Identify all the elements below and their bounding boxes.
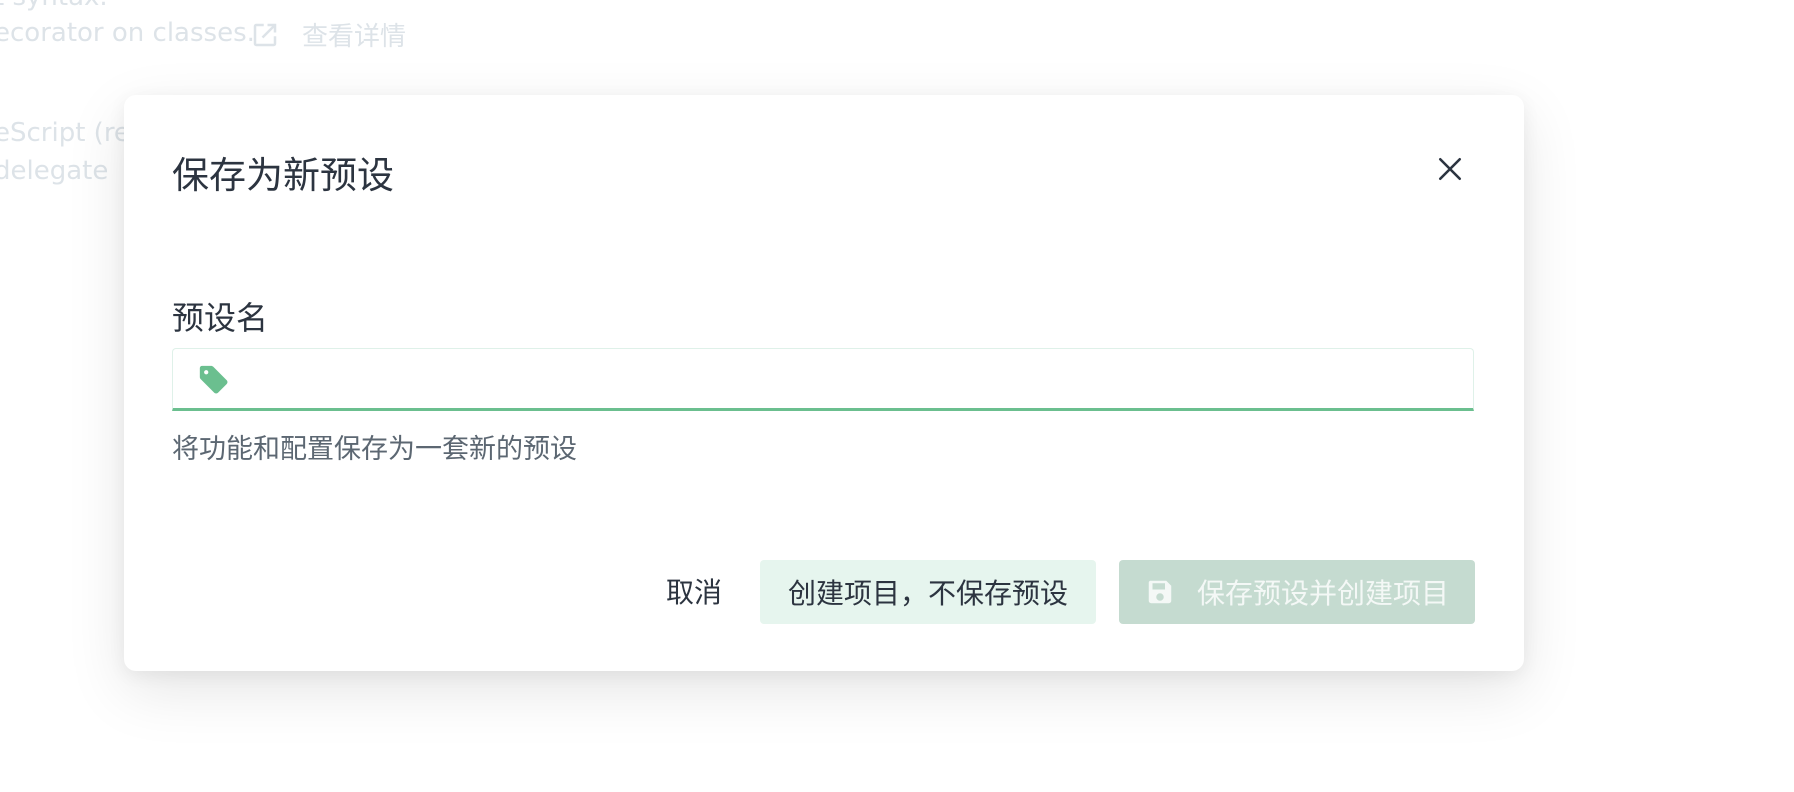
- create-without-saving-button[interactable]: 创建项目，不保存预设: [760, 560, 1096, 624]
- close-button[interactable]: [1430, 149, 1470, 189]
- preset-name-field[interactable]: [172, 348, 1474, 411]
- background-text-line: ecorator on classes.: [0, 18, 255, 48]
- cancel-button[interactable]: 取消: [634, 560, 754, 622]
- background-details-link: 查看详情: [250, 16, 406, 53]
- save-preset-dialog: 保存为新预设 预设名 将功能和配置保存为一套新的预设 取消 创建项目，不保存预设…: [124, 95, 1524, 671]
- save-icon: [1148, 580, 1172, 604]
- preset-name-hint: 将功能和配置保存为一套新的预设: [172, 434, 577, 465]
- preset-name-label: 预设名: [172, 299, 269, 337]
- background-link-label: 查看详情: [302, 22, 407, 52]
- preset-name-input[interactable]: [253, 349, 1457, 409]
- external-link-icon: [253, 23, 277, 46]
- background-text-line: delegate: [0, 156, 109, 186]
- save-and-create-label: 保存预设并创建项目: [1196, 577, 1449, 610]
- close-icon: [1438, 157, 1462, 181]
- background-text-line: eScript (re: [0, 118, 130, 148]
- background-text-line: t syntax.: [0, 0, 108, 12]
- dialog-title: 保存为新预设: [172, 154, 394, 197]
- save-and-create-button[interactable]: 保存预设并创建项目: [1119, 560, 1475, 624]
- tag-icon: [199, 365, 228, 394]
